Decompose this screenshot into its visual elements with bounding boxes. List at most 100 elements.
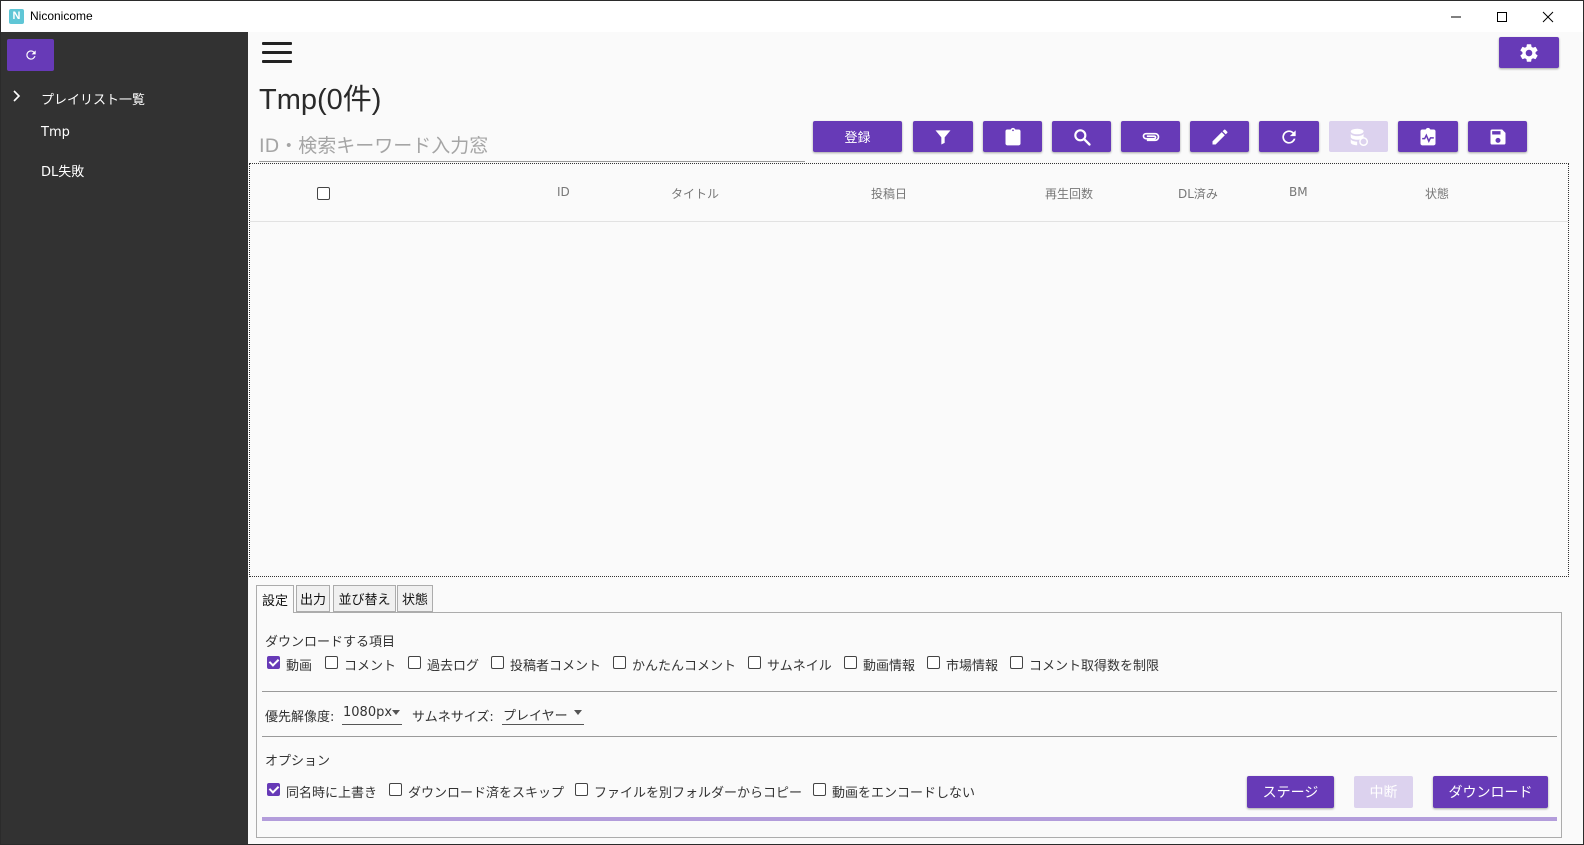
sidebar-item-tmp[interactable]: Tmp [41,125,70,140]
label-video: 動画 [286,659,313,674]
edit-button[interactable] [1190,121,1249,152]
column-header-downloaded[interactable]: DL済み [1178,185,1218,202]
select-all-checkbox[interactable] [317,187,330,200]
database-sync-button[interactable] [1329,121,1388,152]
clipboard-pulse-icon [1420,127,1436,145]
refresh-icon [1282,129,1296,144]
sidebar-item-dl-failed[interactable]: DL失敗 [41,161,84,180]
attach-button[interactable] [1121,121,1180,152]
menu-button[interactable] [262,42,292,64]
label-video-info: 動画情報 [863,659,916,674]
label-easy-comment: かんたんコメント [632,659,737,674]
label-skip-downloaded: ダウンロード済をスキップ [408,786,565,801]
close-button[interactable] [1525,1,1571,32]
divider [262,691,1557,692]
resolution-label: 優先解像度: [265,710,335,725]
menu-bar [262,60,292,63]
thumb-size-value: プレイヤー [503,709,568,724]
label-comment: コメント [344,659,397,674]
report-button[interactable] [1398,121,1458,152]
column-header-title[interactable]: タイトル [671,185,719,202]
cancel-button[interactable]: 中断 [1354,776,1413,808]
clipboard-icon [1005,127,1020,145]
register-button[interactable]: 登録 [813,121,902,152]
checkbox-owner-comment[interactable] [491,656,504,669]
sidebar-item-playlist-list[interactable]: プレイリスト一覧 [41,89,145,108]
divider [262,736,1557,737]
checkbox-market-info[interactable] [927,656,940,669]
maximize-button[interactable] [1479,1,1525,32]
chevron-right-icon[interactable] [12,90,22,102]
label-thumbnail: サムネイル [767,659,832,674]
thumb-size-label: サムネサイズ: [412,710,494,725]
refresh-button[interactable] [1259,121,1319,152]
resolution-select[interactable]: 1080px [342,701,402,725]
video-grid: ID タイトル 投稿日 再生回数 DL済み BM 状態 [249,163,1569,577]
label-limit-comments: コメント取得数を制限 [1029,659,1160,674]
column-header-view-count[interactable]: 再生回数 [1045,185,1093,202]
save-icon [1490,129,1505,144]
stage-button[interactable]: ステージ [1247,776,1334,808]
checkbox-comment[interactable] [325,656,338,669]
maximize-icon [1497,11,1507,22]
grid-header: ID タイトル 投稿日 再生回数 DL済み BM 状態 [250,164,1568,222]
column-header-upload-date[interactable]: 投稿日 [871,185,907,202]
checkbox-overwrite[interactable] [267,783,280,796]
label-no-encode: 動画をエンコードしない [832,786,976,801]
checkbox-easy-comment[interactable] [613,656,626,669]
gear-icon [1520,43,1538,62]
chevron-down-icon [392,710,400,715]
sidebar: プレイリスト一覧 Tmp DL失敗 [1,32,248,844]
close-icon [1542,11,1554,22]
thumb-size-select[interactable]: プレイヤー [502,701,584,725]
download-progress-bar [262,817,1557,821]
pencil-icon [1212,128,1228,144]
column-header-bm[interactable]: BM [1289,185,1308,199]
tab-settings[interactable]: 設定 [256,585,294,613]
checkbox-past-log[interactable] [408,656,421,669]
app-window: N Niconicome プレイリスト一覧 Tmp DL失敗 Tmp(0件) I… [0,0,1584,845]
page-title: Tmp(0件) [259,84,382,116]
checkbox-thumbnail[interactable] [748,656,761,669]
minimize-icon [1451,16,1461,17]
checkbox-copy-from-folder[interactable] [575,783,588,796]
app-icon: N [9,9,24,24]
paste-button[interactable] [983,121,1042,152]
settings-button[interactable] [1499,37,1559,68]
label-owner-comment: 投稿者コメント [510,659,602,674]
database-sync-icon [1350,128,1368,146]
save-button[interactable] [1468,121,1527,152]
label-market-info: 市場情報 [946,659,999,674]
options-label: オプション [265,754,331,769]
checkbox-no-encode[interactable] [813,783,826,796]
checkbox-skip-downloaded[interactable] [389,783,402,796]
label-past-log: 過去ログ [427,659,480,674]
search-button[interactable] [1052,121,1111,152]
sidebar-refresh-button[interactable] [7,39,54,71]
search-icon [1073,128,1091,146]
menu-bar [262,51,292,54]
tab-sort[interactable]: 並び替え [333,585,396,612]
download-button[interactable]: ダウンロード [1433,776,1548,808]
paperclip-icon [1142,132,1159,141]
refresh-icon [25,50,36,60]
checkbox-limit-comments[interactable] [1010,656,1023,669]
column-header-status[interactable]: 状態 [1425,185,1449,202]
checkbox-video-info[interactable] [844,656,857,669]
settings-panel: 設定 出力 並び替え 状態 ダウンロードする項目 動画 コメント 過去ログ 投稿… [256,585,1562,838]
search-input[interactable] [259,130,805,162]
main-area: Tmp(0件) 登録 [248,32,1583,844]
label-overwrite: 同名時に上書き [286,786,378,801]
tab-output[interactable]: 出力 [296,585,330,612]
chevron-down-icon [574,710,582,715]
tab-status[interactable]: 状態 [397,585,433,612]
filter-icon [935,129,951,144]
download-items-label: ダウンロードする項目 [265,635,396,650]
minimize-button[interactable] [1433,1,1479,32]
checkbox-video[interactable] [267,656,280,669]
settings-tab-panel: ダウンロードする項目 動画 コメント 過去ログ 投稿者コメント かんたんコメント… [256,612,1562,838]
column-header-id[interactable]: ID [557,185,570,199]
filter-button[interactable] [913,121,973,152]
resolution-value: 1080px [343,705,393,720]
menu-bar [262,42,292,45]
